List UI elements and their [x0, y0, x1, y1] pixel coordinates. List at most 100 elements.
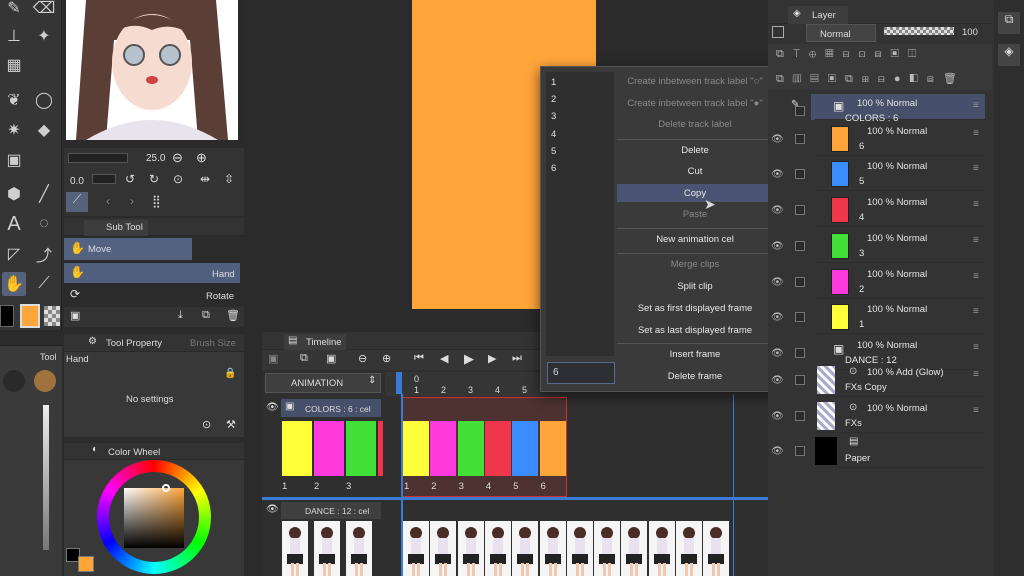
layer-props-icon[interactable]: ⧉: [998, 12, 1020, 34]
layer-menu-icon[interactable]: ≡: [973, 405, 979, 416]
layer-row[interactable]: ⊙ 100 % Normal FXs ≡: [815, 399, 985, 433]
number-input[interactable]: 6: [547, 362, 615, 384]
flip-h-icon[interactable]: ⇹: [200, 172, 210, 186]
layer-checkbox[interactable]: [795, 411, 805, 421]
lasso-icon[interactable]: ◯: [32, 88, 56, 112]
color-picker-handle[interactable]: [162, 484, 170, 492]
eye-icon[interactable]: 👁: [771, 375, 785, 389]
reset-icon[interactable]: ⊙: [173, 172, 183, 186]
tool-property-tab[interactable]: Tool Property: [106, 338, 162, 349]
fill-icon[interactable]: ◆: [32, 118, 56, 142]
layer-checkbox[interactable]: [795, 169, 805, 179]
figure-icon[interactable]: ⬢: [2, 182, 26, 206]
cel-icon[interactable]: ▣: [326, 352, 336, 365]
eye-icon[interactable]: 👁: [771, 205, 785, 219]
next-frame-icon[interactable]: ▶: [488, 352, 496, 365]
text-icon[interactable]: A: [2, 212, 26, 236]
layer-checkbox[interactable]: [795, 375, 805, 385]
color-square[interactable]: [124, 488, 184, 548]
sparkle-icon[interactable]: ✦: [32, 24, 56, 48]
frame-number[interactable]: 5: [551, 146, 556, 157]
layer-checkbox[interactable]: [795, 106, 805, 116]
layer-menu-icon[interactable]: ≡: [973, 100, 979, 111]
nav-next-icon[interactable]: ›: [130, 194, 134, 208]
menu-item[interactable]: Merge clips: [617, 259, 773, 270]
cel-left[interactable]: [346, 421, 376, 476]
grid-icon[interactable]: ▦: [2, 53, 26, 77]
menu-item[interactable]: Delete: [617, 145, 773, 156]
wheel-main-swatch[interactable]: [78, 556, 94, 572]
color-dot-skin[interactable]: [34, 370, 56, 392]
info-icon[interactable]: ⊙: [202, 418, 211, 431]
cel[interactable]: [512, 421, 539, 476]
track-eye-icon[interactable]: 👁: [266, 504, 279, 515]
frame-number[interactable]: 4: [551, 129, 556, 140]
layer-row[interactable]: 100 % Normal 5 ≡: [815, 157, 985, 191]
layer-checkbox[interactable]: [795, 312, 805, 322]
rotate-left-icon[interactable]: ↺: [125, 172, 135, 186]
magic-wand-icon[interactable]: ✷: [2, 118, 26, 142]
layer-tool-icons[interactable]: ⧉⊤⊕▦⊟⊡⧈▣◫: [776, 48, 925, 61]
menu-item[interactable]: Create inbetween track label "●": [617, 98, 773, 109]
menu-item[interactable]: Create inbetween track label "○": [617, 76, 773, 87]
layer-menu-icon[interactable]: ≡: [973, 235, 979, 246]
layer-row[interactable]: 100 % Normal 6 ≡: [815, 122, 985, 156]
eye-icon[interactable]: 👁: [771, 312, 785, 326]
zoom-out-icon[interactable]: ⊖: [358, 352, 367, 365]
eye-icon[interactable]: 👁: [771, 446, 785, 460]
onion-skin-icon[interactable]: ⧉: [300, 352, 308, 365]
layer-mode-icon[interactable]: [772, 26, 784, 38]
pen-icon[interactable]: ✎: [2, 0, 26, 20]
cel[interactable]: [457, 421, 484, 476]
color-dot-dark[interactable]: [3, 370, 25, 392]
eye-icon[interactable]: 👁: [771, 169, 785, 183]
layer-checkbox[interactable]: [795, 241, 805, 251]
opacity-slider[interactable]: [92, 174, 116, 184]
layer-menu-icon[interactable]: ≡: [973, 199, 979, 210]
cel-left[interactable]: [282, 421, 312, 476]
zoom-in-icon[interactable]: ⊕: [382, 352, 391, 365]
layer-row[interactable]: ⊙ 100 % Add (Glow) FXs Copy ≡: [815, 363, 985, 397]
opacity-value[interactable]: 0.0: [70, 176, 84, 187]
layer-tool-icons-2[interactable]: ⧉▥▤▣⧉⊞⊟●◧⧈🗑: [776, 72, 966, 86]
new-timeline-icon[interactable]: ▣: [268, 352, 278, 365]
line-icon[interactable]: ╱: [32, 182, 56, 206]
balloon-icon[interactable]: ◌: [32, 212, 56, 236]
correct-line-icon[interactable]: ⤴: [32, 242, 56, 266]
layer-menu-icon[interactable]: ≡: [973, 163, 979, 174]
sub-color-swatch[interactable]: [0, 305, 14, 327]
layer-menu-icon[interactable]: ≡: [973, 369, 979, 380]
nav-prev-icon[interactable]: ‹: [106, 194, 110, 208]
cel-left[interactable]: [314, 421, 344, 476]
fill-bucket-icon[interactable]: ⊥: [2, 24, 26, 48]
sub-tool-eyedropper-icon[interactable]: ⟋: [66, 192, 88, 212]
frame-number[interactable]: 2: [551, 94, 556, 105]
play-icon[interactable]: ▶: [464, 351, 474, 367]
frame-number[interactable]: 3: [551, 111, 556, 122]
eyedropper-icon[interactable]: ⟋: [32, 272, 56, 296]
slider-track[interactable]: [43, 405, 49, 550]
brush-size-tab[interactable]: Brush Size: [190, 338, 236, 349]
layer-menu-icon[interactable]: ≡: [973, 128, 979, 139]
layer-opacity-value[interactable]: 100: [962, 27, 978, 38]
menu-item[interactable]: Copy: [617, 188, 773, 199]
transparent-swatch[interactable]: [44, 306, 60, 326]
playhead[interactable]: [396, 372, 402, 394]
menu-item[interactable]: Insert frame: [617, 349, 773, 360]
menu-item[interactable]: New animation cel: [617, 234, 773, 245]
layer-row[interactable]: ▣ 100 % Normal COLORS : 6 ≡: [815, 94, 985, 124]
layer-menu-icon[interactable]: ≡: [973, 306, 979, 317]
layer-row[interactable]: 100 % Normal 2 ≡: [815, 265, 985, 299]
trash-icon[interactable]: 🗑: [226, 309, 240, 322]
brush-size-value[interactable]: 25.0: [146, 153, 165, 164]
flip-v-icon[interactable]: ⇳: [224, 172, 234, 186]
cel[interactable]: [484, 421, 511, 476]
layer-row[interactable]: 100 % Normal 4 ≡: [815, 193, 985, 227]
layer-checkbox[interactable]: [795, 277, 805, 287]
cel[interactable]: [539, 421, 566, 476]
menu-item[interactable]: Delete track label: [617, 119, 773, 130]
menu-item[interactable]: Cut: [617, 166, 773, 177]
last-frame-icon[interactable]: ⏭: [512, 352, 522, 365]
cel[interactable]: [430, 421, 457, 476]
blend-icon[interactable]: ❦: [2, 88, 26, 112]
